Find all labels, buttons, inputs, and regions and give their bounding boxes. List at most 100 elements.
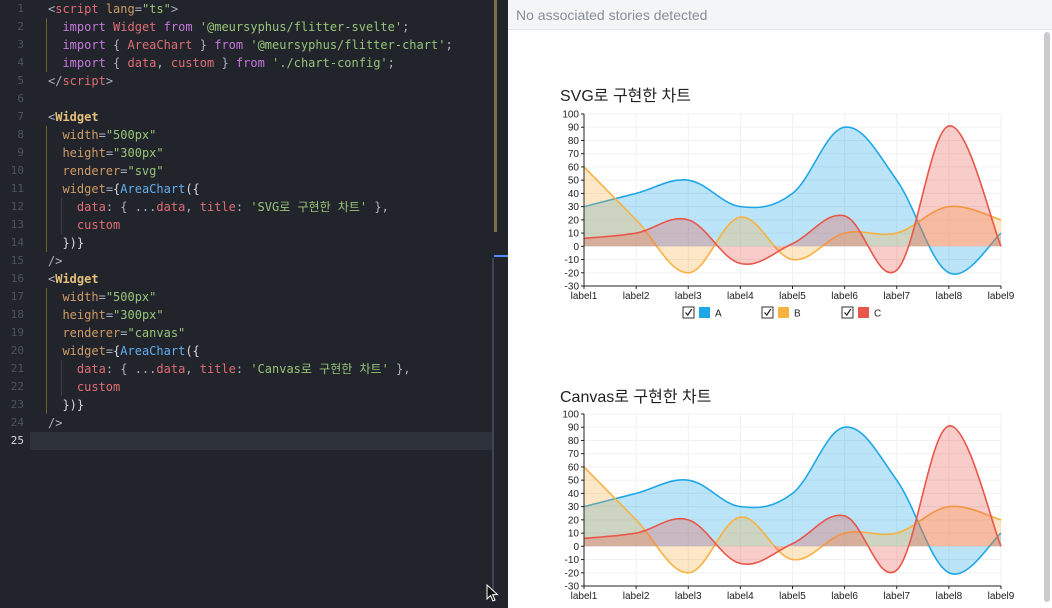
- code-line[interactable]: />: [48, 414, 62, 432]
- legend-checkbox[interactable]: [841, 306, 854, 319]
- code-line[interactable]: height="300px": [48, 144, 163, 162]
- code-line[interactable]: import { AreaChart } from '@meursyphus/f…: [48, 36, 453, 54]
- code-token: width: [62, 290, 99, 304]
- legend-label: B: [794, 309, 801, 320]
- code-token: =: [105, 308, 114, 322]
- editor-scroll-indicator: [494, 0, 497, 232]
- line-number: 15: [10, 254, 24, 267]
- code-line[interactable]: <Widget: [48, 270, 99, 288]
- y-tick-label: 0: [573, 542, 579, 553]
- code-token: }: [192, 38, 215, 52]
- x-tick-label: label7: [883, 291, 910, 302]
- code-line[interactable]: custom: [48, 378, 120, 396]
- code-token: "300px": [113, 308, 164, 322]
- code-line[interactable]: import { data, custom } from './chart-co…: [48, 54, 394, 72]
- indent-guide: [46, 18, 47, 72]
- code-token: ;: [402, 20, 410, 34]
- code-line[interactable]: import Widget from '@meursyphus/flitter-…: [48, 18, 409, 36]
- editor-scrollbar[interactable]: [492, 258, 494, 598]
- y-tick-label: 0: [573, 242, 579, 253]
- y-tick-label: 50: [568, 476, 580, 487]
- code-token: '@meursyphus/flitter-chart': [250, 38, 446, 52]
- code-token: ;: [445, 38, 453, 52]
- editor-split-marker: [494, 255, 508, 257]
- code-token: "canvas": [127, 326, 186, 340]
- legend-checkbox[interactable]: [761, 306, 774, 319]
- y-tick-label: -10: [565, 255, 580, 266]
- chart-title-svg: SVG로 구현한 차트: [560, 88, 691, 105]
- chart-title-canvas: Canvas로 구현한 차트: [560, 389, 712, 406]
- x-tick-label: label5: [779, 291, 806, 302]
- code-line[interactable]: widget={AreaChart({: [48, 342, 199, 360]
- x-tick-label: label9: [988, 591, 1015, 602]
- x-tick-label: label4: [727, 291, 754, 302]
- code-line[interactable]: height="300px": [48, 306, 164, 324]
- line-number: 24: [10, 416, 24, 429]
- y-tick-label: 100: [562, 110, 579, 121]
- y-tick-label: 80: [568, 136, 580, 147]
- code-line[interactable]: })}: [48, 396, 84, 414]
- code-token: custom: [76, 380, 121, 394]
- code-token: =: [98, 128, 106, 142]
- y-tick-label: -20: [565, 268, 580, 279]
- y-tick-label: 30: [568, 202, 580, 213]
- legend-swatch: [858, 307, 869, 318]
- code-token: from: [214, 38, 244, 52]
- line-number: 8: [17, 128, 24, 141]
- code-line[interactable]: width="500px": [48, 126, 156, 144]
- code-line[interactable]: renderer="canvas": [48, 324, 185, 342]
- line-number: 3: [17, 38, 24, 51]
- code-line[interactable]: custom: [48, 216, 120, 234]
- code-token: AreaChart: [120, 344, 186, 358]
- code-line[interactable]: </script>: [48, 72, 113, 90]
- code-line[interactable]: renderer="svg": [48, 162, 164, 180]
- code-token: '@meursyphus/flitter-svelte': [199, 20, 403, 34]
- code-token: "500px": [105, 128, 157, 142]
- code-line[interactable]: <Widget: [48, 108, 99, 126]
- line-number: 6: [17, 92, 24, 105]
- code-token: },: [388, 362, 411, 376]
- line-number: 4: [17, 56, 24, 69]
- code-token: })}: [62, 236, 85, 250]
- code-line[interactable]: data: { ...data, title: 'Canvas로 구현한 차트'…: [48, 360, 411, 378]
- code-token: data: [76, 362, 106, 376]
- legend-label: C: [874, 309, 881, 320]
- line-number: 18: [10, 308, 24, 321]
- stories-banner: No associated stories detected: [508, 0, 1052, 30]
- code-editor[interactable]: 1 2 3 4 5 6 7 8 9 10 11 12 13 14 15 16 17 18 19 20 21 22 23 24 2…: [0, 0, 508, 608]
- code-token: from: [163, 20, 193, 34]
- x-tick-label: label2: [623, 291, 650, 302]
- code-token: "svg": [127, 164, 164, 178]
- y-tick-label: 70: [568, 449, 580, 460]
- code-token: ({: [185, 182, 200, 196]
- code-line[interactable]: <script lang="ts">: [48, 0, 178, 18]
- code-token: script: [62, 74, 106, 88]
- area-chart-canvas: -30-20-100102030405060708090100label1 lab…: [562, 410, 1015, 603]
- code-line[interactable]: widget={AreaChart({: [48, 180, 200, 198]
- code-area[interactable]: <script lang="ts"> import Widget from '@…: [46, 0, 494, 608]
- code-line[interactable]: width="500px": [48, 288, 156, 306]
- code-line[interactable]: data: { ...data, title: 'SVG로 구현한 차트' },: [48, 198, 389, 216]
- y-tick-label: -10: [565, 555, 580, 566]
- legend-checkbox[interactable]: [682, 306, 695, 319]
- code-token: },: [367, 200, 389, 214]
- legend-swatch: [699, 307, 710, 318]
- line-number: 22: [10, 380, 24, 393]
- code-token: =: [105, 146, 114, 160]
- x-tick-label: label4: [727, 591, 754, 602]
- x-tick-label: label8: [936, 291, 963, 302]
- x-tick-label: label7: [883, 591, 910, 602]
- code-line[interactable]: })}: [48, 234, 84, 252]
- code-token: renderer: [62, 164, 121, 178]
- code-line[interactable]: />: [48, 252, 62, 270]
